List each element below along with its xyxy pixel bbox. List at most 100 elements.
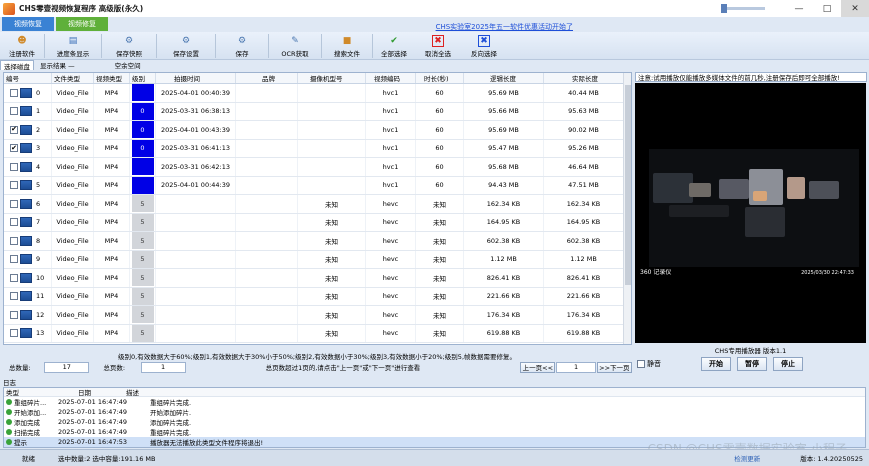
- log-row[interactable]: 开始添加... 2025-07-01 16:47:49 开始添加碎片.: [4, 407, 865, 417]
- table-row[interactable]: 8 Video_File MP4 5 未知 hevc 未知 602.38 KB 602.38 K…: [4, 232, 631, 251]
- col-codec[interactable]: 视频编码: [366, 73, 416, 83]
- col-video-type[interactable]: 视频类型: [94, 73, 130, 83]
- row-checkbox[interactable]: [10, 88, 18, 97]
- cell-codec: hevc: [366, 287, 416, 305]
- cell-capture-time: [156, 195, 236, 213]
- col-duration[interactable]: 时长(秒): [416, 73, 464, 83]
- cell-codec: hvc1: [366, 139, 416, 157]
- select-all-button[interactable]: ✔ 全部选择: [373, 32, 415, 60]
- log-col-type[interactable]: 类型: [4, 388, 56, 396]
- table-cell: [130, 84, 156, 102]
- level-badge: 5: [131, 250, 154, 268]
- close-icon[interactable]: ✕: [841, 0, 869, 17]
- maximize-icon[interactable]: □: [813, 0, 841, 17]
- cell-video-type: MP4: [94, 306, 130, 324]
- col-logical-size[interactable]: 逻辑长度: [464, 73, 544, 83]
- play-button[interactable]: 开始: [701, 357, 731, 371]
- col-id[interactable]: 编号: [4, 73, 52, 83]
- table-row[interactable]: 1 Video_File MP4 0 2025-03-31 06:38:13 hvc1 60…: [4, 102, 631, 121]
- tab-select-disk[interactable]: 选择磁盘: [0, 60, 34, 71]
- invert-selection-button[interactable]: ✖ 反向选择: [461, 32, 507, 60]
- table-row[interactable]: ✔ 2 Video_File MP4 0 2025-04-01 00:43:39 hvc1 6…: [4, 121, 631, 140]
- cell-brand: [236, 158, 298, 176]
- log-col-date[interactable]: 日期: [56, 388, 124, 396]
- col-actual-size[interactable]: 实际长度: [544, 73, 624, 83]
- table-scrollbar[interactable]: [623, 73, 631, 344]
- table-row[interactable]: 10 Video_File MP4 5 未知 hevc 未知 826.41 KB 826.41 …: [4, 269, 631, 288]
- log-row[interactable]: 添加完成 2025-07-01 16:47:49 添加碎片完成.: [4, 417, 865, 427]
- table-row[interactable]: ✔ 3 Video_File MP4 0 2025-03-31 06:41:13 hvc1 6…: [4, 139, 631, 158]
- col-level[interactable]: 级别: [130, 73, 156, 83]
- promo-link[interactable]: CHS实验室2025年五一软件优惠活动开始了: [436, 22, 573, 32]
- table-row[interactable]: 4 Video_File MP4 2025-03-31 06:42:13 hvc1 60 9…: [4, 158, 631, 177]
- row-checkbox[interactable]: [10, 162, 18, 171]
- table-row[interactable]: 6 Video_File MP4 5 未知 hevc 未知 162.34 KB 162.34 K…: [4, 195, 631, 214]
- cell-capture-time: [156, 232, 236, 250]
- progress-button[interactable]: ▤ 进度条显示: [45, 32, 101, 60]
- table-cell: 10: [4, 269, 52, 287]
- opacity-slider[interactable]: [721, 4, 765, 13]
- register-button[interactable]: ☻ 注册软件: [0, 32, 44, 60]
- cell-codec: hvc1: [366, 121, 416, 139]
- col-file-type[interactable]: 文件类型: [52, 73, 94, 83]
- table-row[interactable]: 0 Video_File MP4 2025-04-01 00:40:39 hvc1 60 9…: [4, 84, 631, 103]
- cell-file-type: Video_File: [52, 269, 94, 287]
- row-checkbox[interactable]: [10, 273, 18, 282]
- table-row[interactable]: 11 Video_File MP4 5 未知 hevc 未知 221.66 KB 221.66 …: [4, 287, 631, 306]
- cell-logical-size: 95.66 MB: [464, 102, 544, 120]
- pause-button[interactable]: 暂停: [737, 357, 767, 371]
- next-page-button[interactable]: >>下一页: [596, 361, 632, 373]
- cell-brand: [236, 306, 298, 324]
- mute-checkbox[interactable]: [637, 360, 645, 368]
- snapshot-button[interactable]: ⚙ 保存快照: [102, 32, 156, 60]
- cell-capture-time: 2025-03-31 06:41:13: [156, 139, 236, 157]
- log-title: 日志: [3, 379, 16, 387]
- blur-block: [719, 179, 749, 199]
- row-checkbox[interactable]: [10, 329, 18, 338]
- save-settings-button[interactable]: ⚙ 保存设置: [157, 32, 215, 60]
- row-checkbox[interactable]: [10, 255, 18, 264]
- stop-button[interactable]: 停止: [773, 357, 803, 371]
- row-id: 5: [36, 181, 41, 190]
- row-checkbox[interactable]: [10, 310, 18, 319]
- table-row[interactable]: 7 Video_File MP4 5 未知 hevc 未知 164.95 KB 164.95 K…: [4, 213, 631, 232]
- page-input[interactable]: 1: [556, 361, 596, 373]
- tab-video-recovery[interactable]: 视频恢复: [2, 17, 54, 31]
- row-checkbox[interactable]: [10, 292, 18, 301]
- log-desc: 重组碎片完成.: [150, 399, 192, 407]
- log-row[interactable]: 重组碎片... 2025-07-01 16:47:49 重组碎片完成.: [4, 397, 865, 407]
- col-brand[interactable]: 品牌: [236, 73, 298, 83]
- save-button[interactable]: ⚙ 保存: [216, 32, 268, 60]
- minimize-icon[interactable]: —: [785, 0, 813, 17]
- table-cell: 5: [130, 232, 156, 250]
- scrollbar-thumb[interactable]: [625, 85, 631, 285]
- col-model[interactable]: 摄像机型号: [298, 73, 366, 83]
- row-checkbox[interactable]: ✔: [10, 125, 18, 134]
- row-checkbox[interactable]: [10, 107, 18, 116]
- slider-thumb[interactable]: [721, 4, 727, 13]
- table-row[interactable]: 5 Video_File MP4 2025-04-01 00:44:39 hvc1 60 9…: [4, 176, 631, 195]
- table-cell: 11: [4, 287, 52, 305]
- deselect-all-button[interactable]: ✖ 取消全选: [415, 32, 461, 60]
- prev-page-button[interactable]: 上一页<<: [520, 361, 556, 373]
- log-col-desc[interactable]: 描述: [124, 388, 324, 396]
- row-checkbox[interactable]: [10, 218, 18, 227]
- video-preview[interactable]: 360 记录仪 2025/03/30 22:47:33: [635, 83, 866, 343]
- table-row[interactable]: 13 Video_File MP4 5 未知 hevc 未知 619.88 KB 619.88 …: [4, 324, 631, 343]
- ocr-button[interactable]: ✎ OCR获取: [269, 32, 321, 60]
- row-checkbox[interactable]: [10, 199, 18, 208]
- search-files-button[interactable]: ■ 搜索文件: [322, 32, 372, 60]
- row-checkbox[interactable]: [10, 236, 18, 245]
- cell-logical-size: 826.41 KB: [464, 269, 544, 287]
- cell-actual-size: 47.51 MB: [544, 176, 624, 194]
- log-row[interactable]: 扫描完成 2025-07-01 16:47:49 重组碎片完成.: [4, 427, 865, 437]
- table-cell: 6: [4, 195, 52, 213]
- row-checkbox[interactable]: ✔: [10, 144, 18, 153]
- tab-video-repair[interactable]: 视频修复: [56, 17, 108, 31]
- table-row[interactable]: 12 Video_File MP4 5 未知 hevc 未知 176.34 KB 176.34 …: [4, 306, 631, 325]
- update-link[interactable]: 检测更新: [734, 453, 760, 463]
- table-row[interactable]: 9 Video_File MP4 5 未知 hevc 未知 1.12 MB 1.12 MB: [4, 250, 631, 269]
- row-checkbox[interactable]: [10, 181, 18, 190]
- video-file-icon: [20, 161, 32, 172]
- col-capture-time[interactable]: 拍摄时间: [156, 73, 236, 83]
